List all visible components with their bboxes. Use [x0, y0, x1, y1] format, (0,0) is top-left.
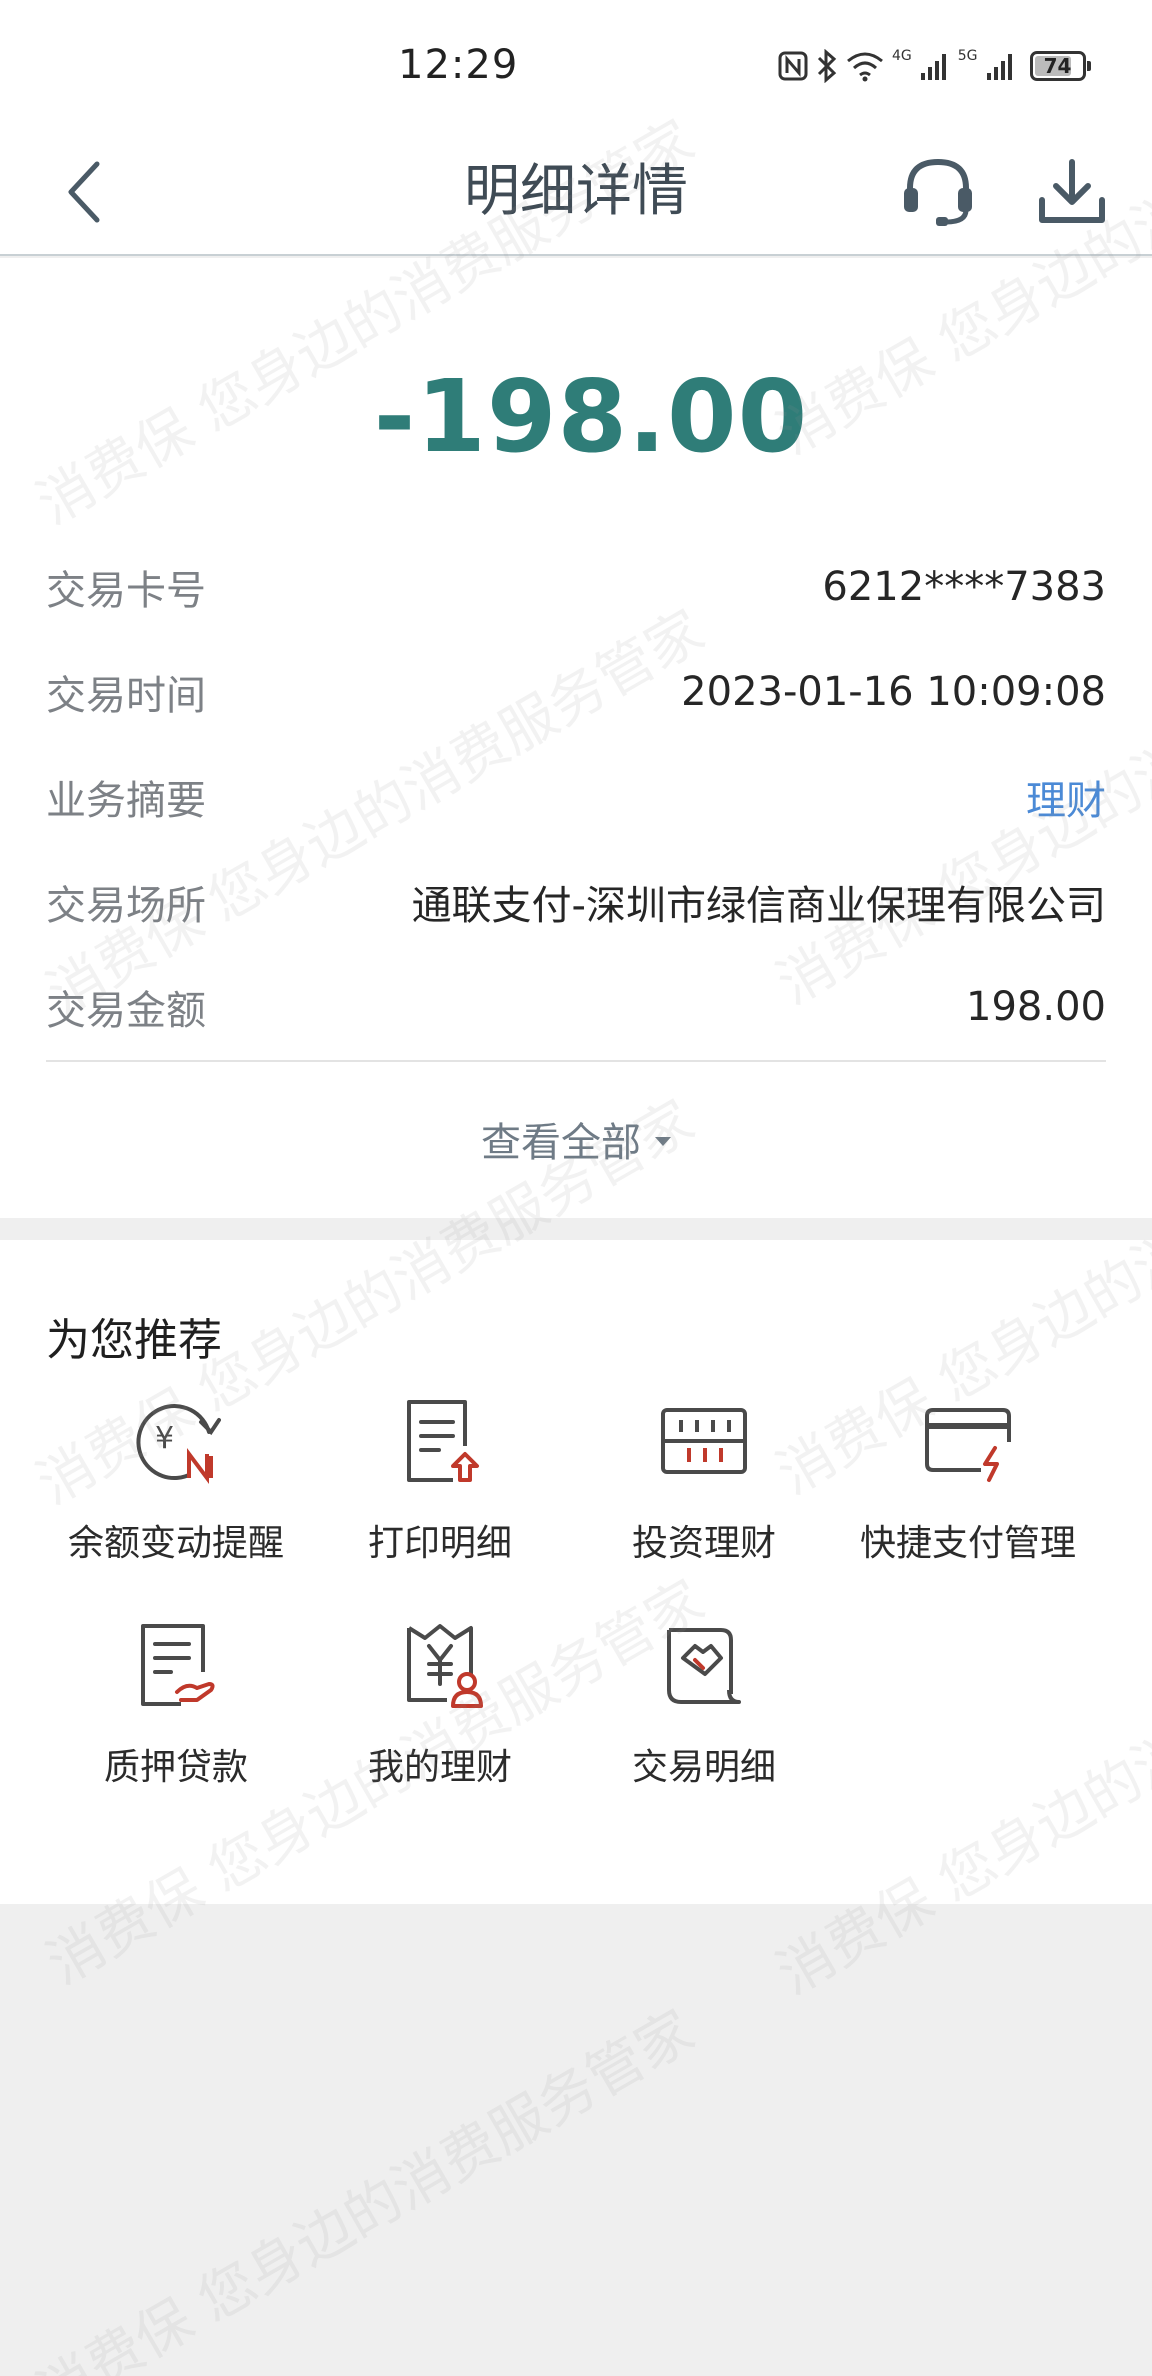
print-detail-icon — [407, 1400, 479, 1482]
transaction-detail-card: -198.00 交易卡号 6212****7383 交易时间 2023-01-1… — [0, 258, 1152, 1218]
status-bar: 12:29 4G 5G 74 — [0, 0, 1152, 130]
detail-label: 交易金额 — [46, 988, 206, 1034]
recommend-item-label: 我的理财 — [367, 1747, 512, 1788]
detail-label: 交易时间 — [46, 673, 206, 719]
recommend-item-transaction-detail[interactable]: 交易明细 — [572, 1620, 836, 1820]
recommend-item-quick-pay[interactable]: 快捷支付管理 — [836, 1396, 1100, 1596]
recommend-item-my-wealth[interactable]: 我的理财 — [308, 1620, 572, 1820]
nfc-icon — [778, 51, 808, 81]
recommend-item-label: 质押贷款 — [103, 1747, 248, 1788]
recommend-item-label: 交易明细 — [631, 1747, 776, 1788]
detail-label: 交易场所 — [46, 883, 206, 929]
battery-level: 74 — [1043, 54, 1072, 78]
detail-row-merchant: 交易场所 通联支付-深圳市绿信商业保理有限公司 — [46, 867, 1106, 937]
battery-icon: 74 — [1029, 51, 1091, 81]
recommend-title: 为您推荐 — [46, 1315, 222, 1366]
network-5g-label: 5G — [957, 48, 978, 64]
recommend-item-label: 投资理财 — [631, 1523, 776, 1564]
back-arrow-icon — [68, 161, 100, 223]
abacus-icon — [661, 1408, 747, 1474]
detail-row-summary: 业务摘要 理财 — [46, 762, 1106, 832]
nav-header: 明细详情 — [0, 130, 1152, 256]
pledge-loan-icon — [141, 1624, 215, 1706]
balance-alert-icon: ¥ — [136, 1404, 221, 1484]
detail-row-card-number: 交易卡号 6212****7383 — [46, 552, 1106, 622]
detail-value: 6212****7383 — [822, 564, 1106, 610]
detail-label: 交易卡号 — [46, 568, 206, 614]
headset-icon — [904, 158, 972, 226]
detail-value: 2023-01-16 10:09:08 — [681, 669, 1106, 715]
wifi-icon — [847, 52, 883, 82]
detail-label: 业务摘要 — [46, 778, 206, 824]
summary-link[interactable]: 理财 — [1026, 768, 1106, 826]
divider — [46, 1060, 1106, 1062]
download-button[interactable] — [1030, 150, 1114, 234]
signal-icon — [920, 54, 946, 80]
recommend-item-balance-alert[interactable]: ¥ 余额变动提醒 — [44, 1396, 308, 1596]
recommend-item-pledge-loan[interactable]: 质押贷款 — [44, 1620, 308, 1820]
download-icon — [1039, 159, 1105, 223]
bluetooth-icon — [817, 49, 837, 83]
status-icons: 4G 5G 74 — [778, 46, 1091, 86]
svg-text:¥: ¥ — [155, 1421, 174, 1456]
transaction-detail-icon — [667, 1628, 741, 1704]
recommend-item-label: 打印明细 — [367, 1523, 512, 1564]
my-wealth-icon — [407, 1624, 483, 1708]
recommend-item-investment[interactable]: 投资理财 — [572, 1396, 836, 1596]
watermark: 消费保 您身边的消费服务管家 — [26, 1998, 705, 2376]
caret-down-icon — [655, 1136, 671, 1146]
detail-row-amount: 交易金额 198.00 — [46, 972, 1106, 1042]
detail-value: 通联支付-深圳市绿信商业保理有限公司 — [411, 883, 1106, 929]
back-button[interactable] — [50, 150, 120, 234]
view-all-label: 查看全部 — [481, 1120, 641, 1166]
recommend-card: 为您推荐 ¥ 余额变动提醒 打印明细 投资理财 快捷支付管理 质押贷款 我的理财… — [0, 1240, 1152, 1904]
detail-row-time: 交易时间 2023-01-16 10:09:08 — [46, 657, 1106, 727]
recommend-item-label: 余额变动提醒 — [67, 1523, 284, 1564]
card-payment-icon — [925, 1408, 1011, 1482]
network-4g-label: 4G — [892, 48, 912, 64]
customer-service-button[interactable] — [896, 150, 980, 234]
status-time: 12:29 — [398, 42, 519, 88]
signal-icon-2 — [986, 54, 1012, 80]
detail-value: 198.00 — [966, 984, 1106, 1030]
view-all-button[interactable]: 查看全部 — [0, 1110, 1152, 1168]
recommend-item-label: 快捷支付管理 — [859, 1523, 1076, 1564]
recommend-item-print-detail[interactable]: 打印明细 — [308, 1396, 572, 1596]
transaction-amount: -198.00 — [373, 358, 809, 475]
